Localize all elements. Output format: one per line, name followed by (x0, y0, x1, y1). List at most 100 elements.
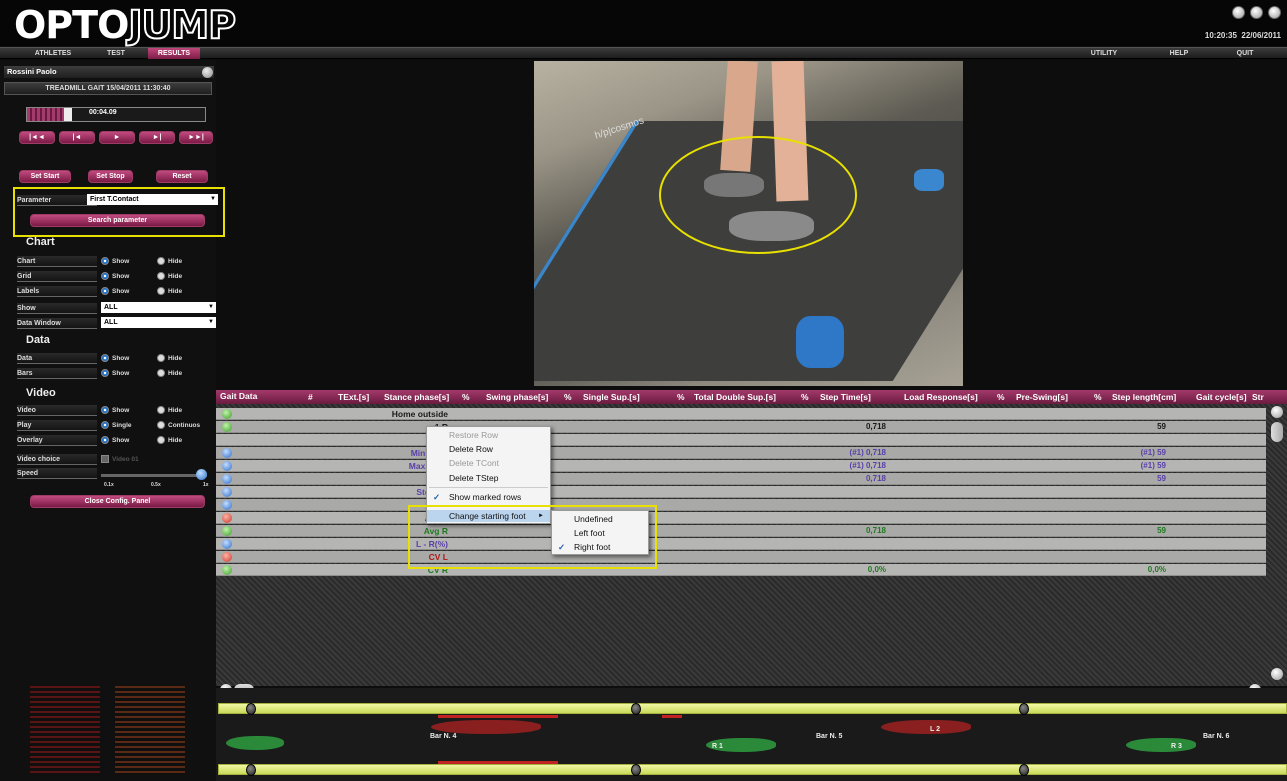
radio-option[interactable]: Show (101, 436, 129, 445)
menu-utility[interactable]: UTILITY (1084, 48, 1124, 59)
column-header[interactable]: Gait cycle[s] (1196, 392, 1247, 402)
parameter-select[interactable]: First T.Contact ▼ (87, 194, 218, 205)
radio-option[interactable]: Single (101, 421, 132, 430)
column-header[interactable]: Total Double Sup.[s] (694, 392, 776, 402)
timeline-marker[interactable] (631, 703, 641, 715)
column-header[interactable]: TExt.[s] (338, 392, 369, 402)
row-status-icon[interactable] (222, 552, 232, 562)
radio-option[interactable]: Hide (157, 287, 182, 296)
playback-progress[interactable]: 00:04.09 (26, 107, 206, 122)
column-header[interactable]: Swing phase[s] (486, 392, 548, 402)
column-header[interactable]: % (564, 392, 572, 402)
row-status-icon[interactable] (222, 448, 232, 458)
play-button[interactable]: ► (99, 131, 135, 144)
table-row[interactable]: Avg0,71859 (216, 473, 1266, 485)
row-status-icon[interactable] (222, 461, 232, 471)
row-status-icon[interactable] (222, 474, 232, 484)
prev-frame-button[interactable]: |◄ (59, 131, 95, 144)
scroll-down-icon[interactable] (1271, 668, 1283, 680)
menu-show-marked-rows[interactable]: ✓ Show marked rows (427, 491, 550, 503)
table-row[interactable]: 1 R0,71859 (216, 421, 1266, 433)
timeline-marker[interactable] (246, 764, 256, 776)
speed-slider[interactable] (101, 474, 207, 477)
radio-option[interactable]: Hide (157, 354, 182, 363)
set-start-button[interactable]: Set Start (19, 170, 71, 183)
close-icon[interactable] (1268, 6, 1281, 19)
radio-option[interactable]: Show (101, 406, 129, 415)
menu-results[interactable]: RESULTS (148, 48, 200, 59)
column-header[interactable]: Single Sup.[s] (583, 392, 640, 402)
timeline-marker[interactable] (1019, 764, 1029, 776)
column-header[interactable]: Str (1252, 392, 1264, 402)
table-row[interactable]: CV R 0,0% 0,0% (216, 564, 1266, 576)
menu-quit[interactable]: QUIT (1230, 48, 1260, 59)
data-window-select[interactable]: ALL ▼ (101, 317, 216, 328)
timeline-marker[interactable] (631, 764, 641, 776)
search-parameter-button[interactable]: Search parameter (30, 214, 205, 227)
table-row[interactable]: Home outside (216, 408, 1266, 420)
row-status-icon[interactable] (222, 539, 232, 549)
radio-option[interactable]: Show (101, 287, 129, 296)
row-status-icon[interactable] (222, 526, 232, 536)
row-status-icon[interactable] (222, 500, 232, 510)
vertical-scrollbar[interactable] (1269, 404, 1285, 686)
row-status-icon[interactable] (222, 409, 232, 419)
athlete-options-icon[interactable] (202, 67, 213, 78)
video-frame[interactable]: h/p|cosmos (534, 61, 963, 386)
minimize-icon[interactable] (1232, 6, 1245, 19)
column-header[interactable]: Step Time[s] (820, 392, 871, 402)
reset-button[interactable]: Reset (156, 170, 208, 183)
speed-slider-handle[interactable] (196, 469, 207, 480)
first-frame-button[interactable]: |◄◄ (19, 131, 55, 144)
menu-restore-row[interactable]: Restore Row (427, 429, 550, 441)
scroll-up-icon[interactable] (1271, 406, 1283, 418)
column-header[interactable]: Stance phase[s] (384, 392, 449, 402)
column-header[interactable]: % (801, 392, 809, 402)
table-row[interactable] (216, 434, 1266, 446)
menu-delete-tcont[interactable]: Delete TCont (427, 457, 550, 469)
table-row[interactable]: Std Dev (216, 486, 1266, 498)
radio-option[interactable]: Hide (157, 369, 182, 378)
scroll-thumb[interactable] (1271, 422, 1283, 442)
column-header[interactable]: % (997, 392, 1005, 402)
maximize-icon[interactable] (1250, 6, 1263, 19)
column-header[interactable]: Step length[cm] (1112, 392, 1176, 402)
step-timeline[interactable]: Bar N. 4 Bar N. 5 Bar N. 6 R 1 L 2 R 3 (216, 688, 1287, 781)
next-frame-button[interactable]: ►| (139, 131, 175, 144)
column-header[interactable]: % (677, 392, 685, 402)
table-row[interactable]: Avg R 0,718 59 (216, 525, 1266, 537)
radio-option[interactable]: Show (101, 354, 129, 363)
menu-delete-tstep[interactable]: Delete TStep (427, 472, 550, 484)
menu-help[interactable]: HELP (1164, 48, 1194, 59)
table-row[interactable]: Avg L (216, 512, 1266, 524)
row-status-icon[interactable] (222, 513, 232, 523)
video-choice-option[interactable]: Video 01 (101, 455, 139, 464)
radio-option[interactable]: Hide (157, 257, 182, 266)
timeline-marker[interactable] (246, 703, 256, 715)
menu-test[interactable]: TEST (96, 48, 136, 59)
timeline-marker[interactable] (1019, 703, 1029, 715)
column-header[interactable]: % (1094, 392, 1102, 402)
radio-option[interactable]: Hide (157, 406, 182, 415)
radio-option[interactable]: Hide (157, 436, 182, 445)
column-header[interactable]: Pre-Swing[s] (1016, 392, 1068, 402)
progress-handle[interactable] (64, 108, 72, 121)
menu-delete-row[interactable]: Delete Row (427, 443, 550, 455)
row-status-icon[interactable] (222, 565, 232, 575)
set-stop-button[interactable]: Set Stop (88, 170, 133, 183)
column-header[interactable]: # (308, 392, 313, 402)
table-row[interactable]: Minimum(#1) 0,718(#1) 59 (216, 447, 1266, 459)
row-status-icon[interactable] (222, 487, 232, 497)
radio-option[interactable]: Show (101, 257, 129, 266)
table-row[interactable]: CV L (216, 551, 1266, 563)
show-select[interactable]: ALL ▼ (101, 302, 216, 313)
last-frame-button[interactable]: ►►| (179, 131, 213, 144)
row-status-icon[interactable] (222, 422, 232, 432)
radio-option[interactable]: Continuos (157, 421, 200, 430)
table-row[interactable]: L - R(%) (216, 538, 1266, 550)
radio-option[interactable]: Show (101, 272, 129, 281)
radio-option[interactable]: Show (101, 369, 129, 378)
radio-option[interactable]: Hide (157, 272, 182, 281)
column-header[interactable]: % (462, 392, 470, 402)
table-row[interactable]: CV (216, 499, 1266, 511)
